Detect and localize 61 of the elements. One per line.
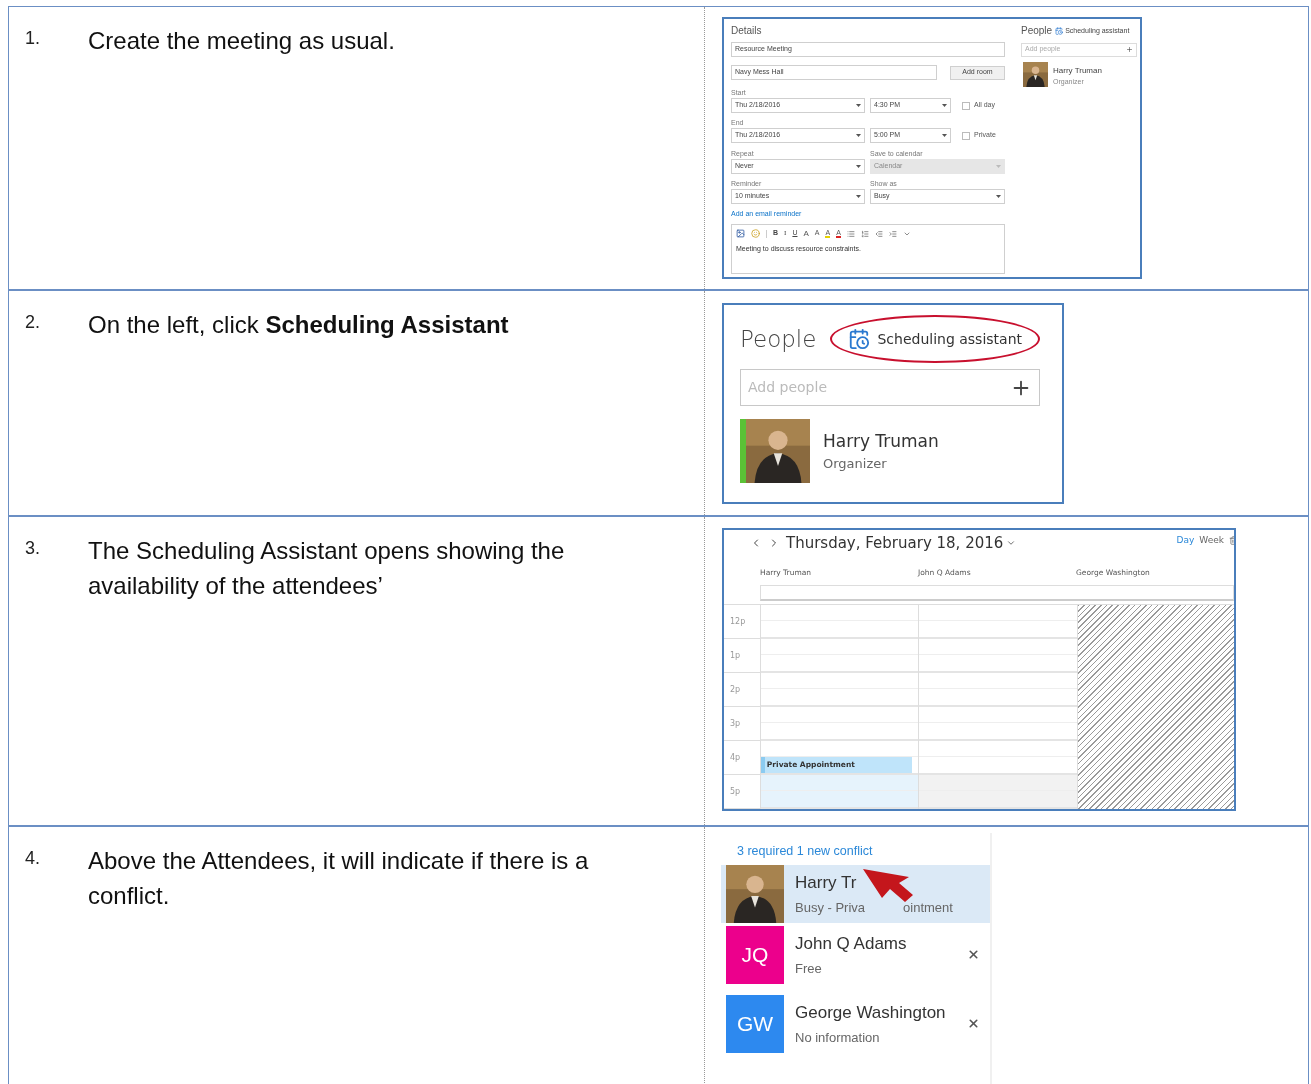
initials-avatar: JQ <box>726 925 784 984</box>
initials-avatar: GW <box>726 994 784 1053</box>
step-instruction: On the left, click Scheduling Assistant <box>88 310 510 340</box>
remove-icon[interactable] <box>967 948 980 962</box>
view-tab[interactable]: Day <box>1176 534 1195 548</box>
attendee-row[interactable]: JQ John Q Adams Free <box>721 925 990 984</box>
dropdown-caret-icon <box>856 104 861 107</box>
availability-status: Free <box>795 960 822 979</box>
section-title: People <box>740 324 817 354</box>
calendar-clock-icon <box>848 328 871 350</box>
step-number: 4. <box>24 847 41 870</box>
availability-status: ointment <box>903 899 953 918</box>
step-instruction: Above the Attendees, it will indicate if there is a conflict. <box>88 846 590 911</box>
attendee-name: Harry Truman <box>1053 64 1102 77</box>
hour-label: 1p <box>730 651 741 660</box>
hour-label: 2p <box>730 685 741 694</box>
numbered-list-icon[interactable] <box>860 229 869 238</box>
attendee-name: Harry Tr <box>795 871 857 894</box>
attendee-name: Harry Truman <box>823 429 939 453</box>
dropdown-caret-icon <box>856 134 861 137</box>
step-number: 1. <box>24 27 41 50</box>
emoji-icon[interactable] <box>751 229 760 238</box>
availability-status: No information <box>795 1029 880 1048</box>
step-instruction: The Scheduling Assistant opens showing the availability of the attendees’ <box>88 536 566 601</box>
dropdown-caret-icon <box>856 165 861 168</box>
view-tab[interactable]: Week <box>1199 534 1224 548</box>
checkbox[interactable] <box>962 101 970 110</box>
remove-icon[interactable] <box>967 1017 980 1031</box>
hour-label: 5p <box>730 787 741 796</box>
section-title: People <box>1021 26 1053 37</box>
date-title[interactable]: Thursday, February 18, 2016 <box>786 531 1004 555</box>
pointer-arrow <box>863 869 915 903</box>
attendee-row[interactable]: Harry Truman Organizer <box>740 419 939 483</box>
hour-label: 3p <box>730 719 741 728</box>
dropdown-caret-icon <box>996 195 1001 198</box>
conflict-summary-link[interactable]: 3 required 1 new conflict <box>737 842 873 861</box>
attendee-name: John Q Adams <box>795 932 907 955</box>
attendee-row[interactable]: Harry Tr Busy - Priva ointment <box>721 864 990 923</box>
attendee-role: Organizer <box>823 455 888 473</box>
step-number: 3. <box>24 537 41 560</box>
availability-status: Busy - Priva <box>795 899 866 918</box>
section-title: Details <box>731 26 763 36</box>
calendar-clock-icon <box>1055 27 1064 36</box>
step-number: 2. <box>24 311 41 334</box>
hour-label: 12p <box>730 617 746 626</box>
attendee-name: George Washington <box>795 1001 946 1024</box>
step-instruction: Create the meeting as usual. <box>88 26 396 56</box>
dropdown-caret-icon <box>856 195 861 198</box>
indent-icon[interactable] <box>888 229 897 238</box>
dropdown-caret-icon <box>942 134 947 137</box>
hour-label: 4p <box>730 753 741 762</box>
attendee-row[interactable]: GW George Washington No information <box>721 994 990 1053</box>
presence-bar <box>740 419 746 483</box>
checkbox[interactable] <box>962 131 970 140</box>
bullet-list-icon[interactable] <box>846 229 855 238</box>
grow-font-button[interactable]: A <box>803 227 809 240</box>
dropdown-caret-icon <box>996 165 1001 168</box>
image-icon[interactable] <box>736 229 745 238</box>
dropdown-caret-icon <box>942 104 947 107</box>
outdent-icon[interactable] <box>874 229 883 238</box>
scheduling-assistant-button[interactable]: Scheduling assistant <box>830 315 1041 363</box>
